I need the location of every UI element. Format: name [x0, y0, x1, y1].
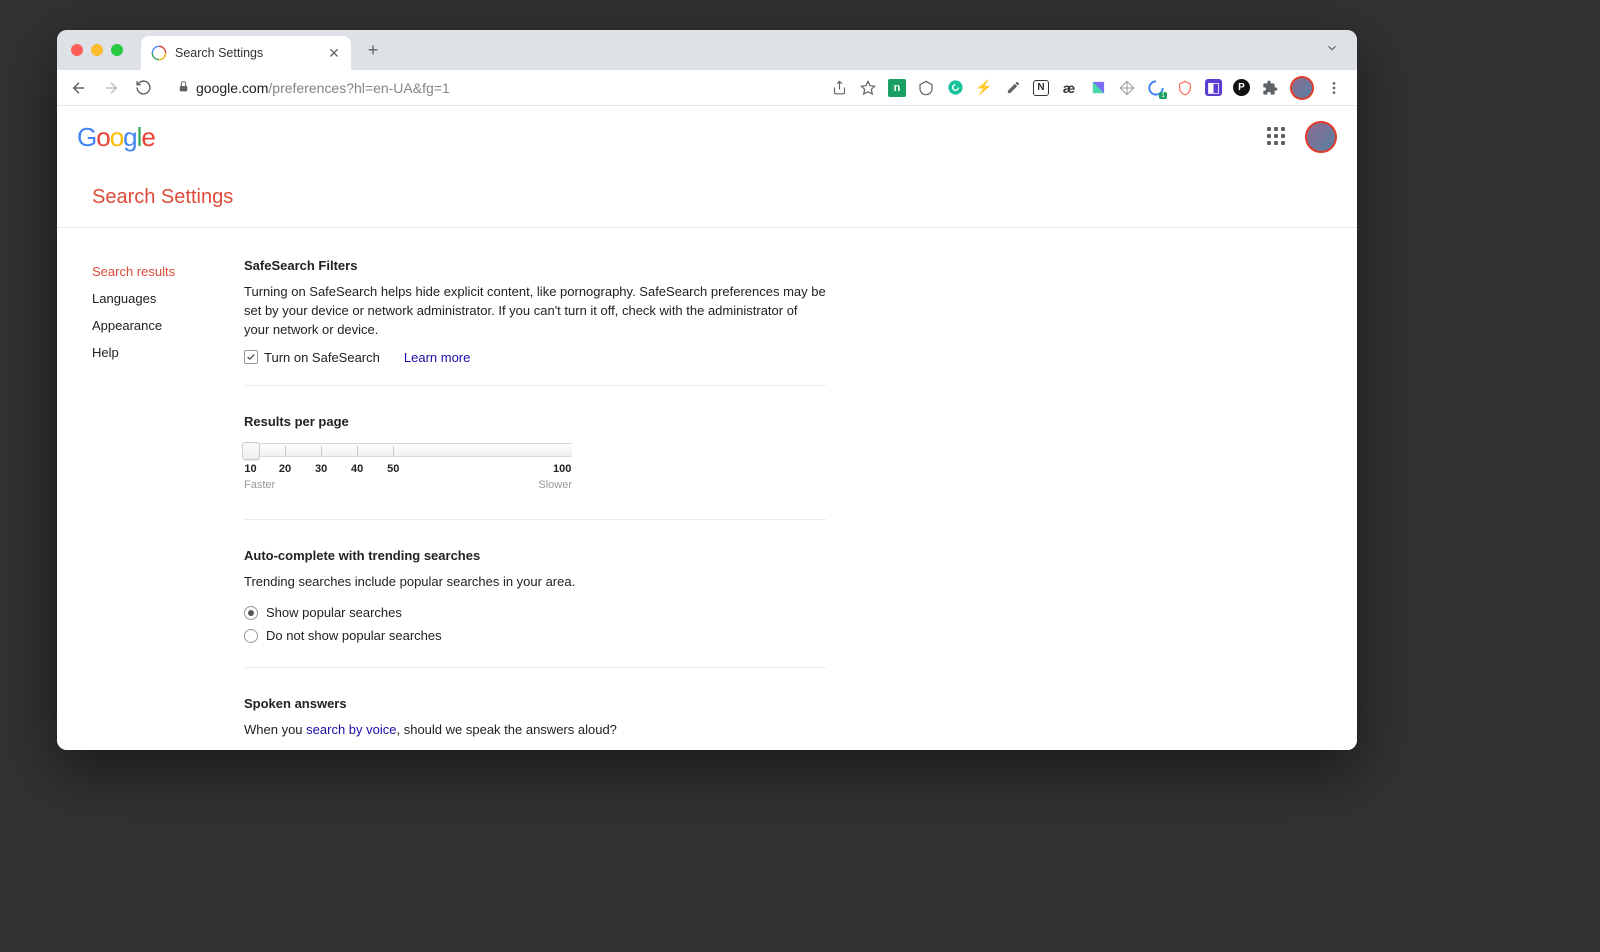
autocomplete-title: Auto-complete with trending searches — [244, 548, 826, 563]
spoken-description: When you search by voice, should we spea… — [244, 721, 826, 740]
safesearch-checkbox-label: Turn on SafeSearch — [264, 350, 380, 365]
nav-appearance[interactable]: Appearance — [92, 312, 244, 339]
google-favicon — [151, 45, 167, 61]
close-window-button[interactable] — [71, 44, 83, 56]
google-logo[interactable]: Google — [77, 122, 155, 153]
safesearch-title: SafeSearch Filters — [244, 258, 826, 273]
settings-main: SafeSearch Filters Turning on SafeSearch… — [244, 258, 826, 750]
section-autocomplete: Auto-complete with trending searches Tre… — [244, 548, 826, 669]
reload-button[interactable] — [129, 74, 157, 102]
back-button[interactable] — [65, 74, 93, 102]
spoken-title: Spoken answers — [244, 696, 826, 711]
radio-hide-popular[interactable] — [244, 629, 258, 643]
new-tab-button[interactable]: + — [359, 36, 387, 64]
diamond-icon[interactable] — [1118, 79, 1136, 97]
forward-button[interactable] — [97, 74, 125, 102]
extensions-puzzle-icon[interactable] — [1261, 79, 1279, 97]
extension-icon-2[interactable] — [1089, 79, 1107, 97]
safesearch-checkbox[interactable] — [244, 350, 258, 364]
slider-caption-slower: Slower — [538, 479, 572, 491]
url-text: google.com/preferences?hl=en-UA&fg=1 — [196, 80, 450, 96]
extension-icon-5[interactable]: P — [1233, 79, 1250, 96]
slider-tick-label: 100 — [553, 463, 571, 475]
chevron-down-icon[interactable] — [1325, 41, 1339, 60]
pencil-icon[interactable] — [1004, 79, 1022, 97]
settings-nav: Search results Languages Appearance Help — [92, 258, 244, 750]
slider-tick-label: 50 — [387, 463, 399, 475]
nav-help[interactable]: Help — [92, 339, 244, 366]
slider-tick-label: 40 — [351, 463, 363, 475]
toolbar-actions: n ⚡ N æ 1 ◧ P — [830, 76, 1349, 100]
extension-icon-4[interactable]: ◧ — [1205, 79, 1222, 96]
window-controls — [65, 44, 131, 56]
profile-avatar[interactable] — [1290, 76, 1314, 100]
section-safesearch: SafeSearch Filters Turning on SafeSearch… — [244, 258, 826, 386]
star-icon[interactable] — [859, 79, 877, 97]
share-icon[interactable] — [830, 79, 848, 97]
results-per-page-title: Results per page — [244, 414, 826, 429]
notion-icon[interactable]: N — [1033, 80, 1049, 96]
browser-toolbar: google.com/preferences?hl=en-UA&fg=1 n ⚡… — [57, 70, 1357, 106]
radio-label: Do not show popular searches — [266, 628, 442, 643]
kebab-menu-icon[interactable] — [1325, 79, 1343, 97]
nav-languages[interactable]: Languages — [92, 285, 244, 312]
apps-grid-icon[interactable] — [1267, 127, 1287, 147]
browser-tab[interactable]: Search Settings ✕ — [141, 36, 351, 70]
section-results-per-page: Results per page 10 20 30 — [244, 414, 826, 520]
safesearch-learn-more-link[interactable]: Learn more — [404, 350, 470, 365]
settings-title-bar: Search Settings — [57, 168, 1357, 228]
tab-title: Search Settings — [175, 46, 319, 60]
minimize-window-button[interactable] — [91, 44, 103, 56]
pocket-icon[interactable] — [917, 79, 935, 97]
search-by-voice-link[interactable]: search by voice — [306, 722, 396, 737]
maximize-window-button[interactable] — [111, 44, 123, 56]
safesearch-description: Turning on SafeSearch helps hide explici… — [244, 283, 826, 340]
tab-strip: Search Settings ✕ + — [57, 30, 1357, 70]
bolt-icon[interactable]: ⚡ — [975, 79, 993, 97]
results-slider[interactable] — [244, 443, 572, 457]
slider-tick-label: 20 — [279, 463, 291, 475]
radio-label: Show popular searches — [266, 605, 402, 620]
page-content: Google Search Settings Search results La… — [57, 106, 1357, 750]
slider-tick-label: 30 — [315, 463, 327, 475]
address-bar[interactable]: google.com/preferences?hl=en-UA&fg=1 — [167, 74, 820, 102]
ae-icon[interactable]: æ — [1060, 79, 1078, 97]
settings-body: Search results Languages Appearance Help… — [57, 228, 1357, 750]
google-header: Google — [57, 106, 1357, 168]
lock-icon — [177, 80, 190, 96]
slider-caption-faster: Faster — [244, 479, 275, 491]
slider-handle[interactable] — [242, 442, 260, 460]
radio-show-popular[interactable] — [244, 606, 258, 620]
autocomplete-description: Trending searches include popular search… — [244, 573, 826, 592]
browser-window: Search Settings ✕ + google.com/preferenc… — [57, 30, 1357, 750]
extension-icon[interactable]: n — [888, 79, 906, 97]
shield-icon[interactable] — [1176, 79, 1194, 97]
slider-tick-label: 10 — [244, 463, 256, 475]
grammarly-icon[interactable] — [946, 79, 964, 97]
page-title: Search Settings — [92, 186, 1357, 209]
nav-search-results[interactable]: Search results — [92, 258, 244, 285]
section-spoken-answers: Spoken answers When you search by voice,… — [244, 696, 826, 750]
account-avatar[interactable] — [1305, 121, 1337, 153]
extension-icon-3[interactable]: 1 — [1147, 79, 1165, 97]
close-tab-icon[interactable]: ✕ — [327, 46, 341, 60]
